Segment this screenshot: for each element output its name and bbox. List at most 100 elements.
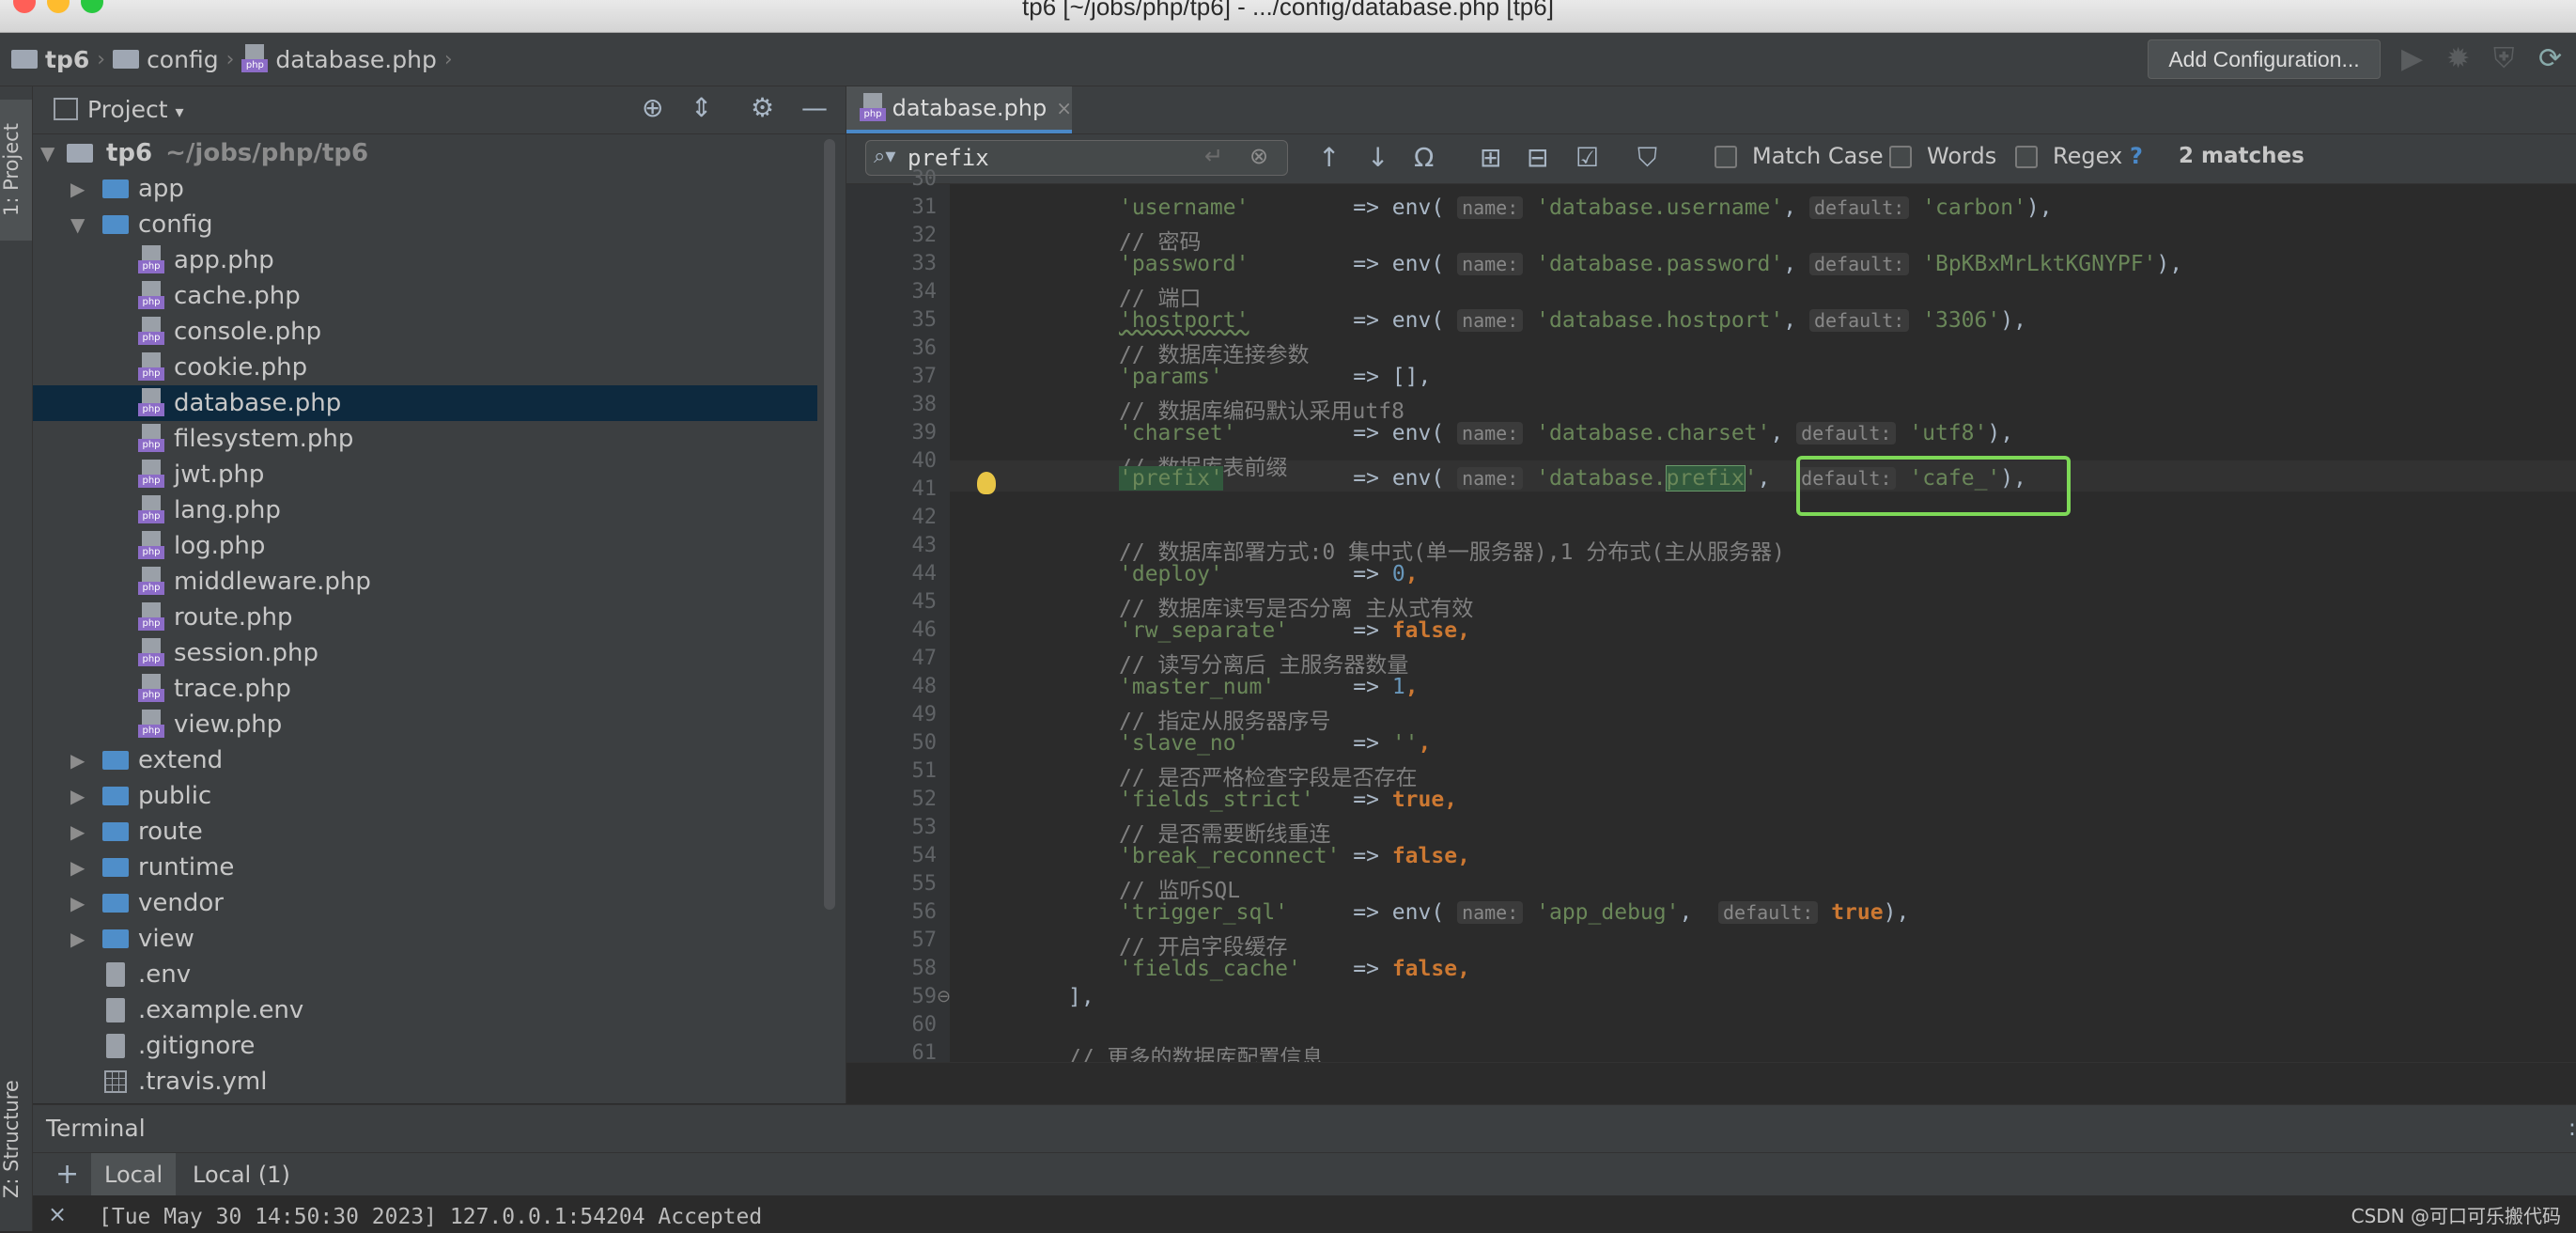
chevron-right-icon[interactable]: ▶ (70, 820, 85, 843)
breadcrumb-config[interactable]: config (147, 46, 219, 73)
hide-icon[interactable]: — (801, 92, 828, 123)
tree-item[interactable]: php session.php (33, 635, 817, 671)
add-selection-icon[interactable]: ⊞ (1480, 142, 1501, 173)
clear-search-icon[interactable]: ⊗ (1249, 143, 1268, 169)
regex-checkbox[interactable] (2015, 146, 2038, 168)
run-icon[interactable]: ▶ (2401, 42, 2423, 75)
tool-tab-project[interactable]: 1: Project (0, 100, 32, 241)
line-number: 40 (911, 449, 938, 473)
tree-item-label: app.php (174, 246, 274, 274)
terminal-tab-local[interactable]: Local (91, 1153, 177, 1196)
tree-item[interactable]: php app.php (33, 242, 817, 278)
collapse-all-icon[interactable]: ⇕ (691, 92, 712, 123)
tree-item[interactable]: php console.php (33, 314, 817, 350)
project-panel-title: Project (87, 96, 168, 123)
tree-item[interactable]: php trace.php (33, 671, 817, 707)
line-number: 43 (911, 534, 938, 557)
tree-item[interactable]: php middleware.php (33, 564, 817, 600)
code-line-50: 'slave_no' => '', (1119, 731, 1432, 756)
tree-item[interactable]: ▶ extend (33, 742, 817, 778)
tree-item[interactable]: php jwt.php (33, 457, 817, 492)
line-number: 48 (911, 675, 938, 698)
locate-icon[interactable]: ⊕ (642, 92, 663, 123)
window-title: tp6 [~/jobs/php/tp6] - .../config/databa… (1022, 0, 1554, 21)
tree-item[interactable]: php cookie.php (33, 350, 817, 385)
match-case-label: Match Case (1752, 143, 1884, 169)
lightbulb-icon[interactable] (977, 472, 996, 494)
php-file-icon: php (138, 495, 164, 525)
chevron-right-icon[interactable]: ▶ (70, 749, 85, 772)
find-all-icon[interactable]: Ω (1414, 142, 1434, 173)
line-number: 55 (911, 872, 938, 896)
line-number: 32 (911, 224, 938, 247)
terminal-tab-local-1[interactable]: Local (1) (179, 1153, 303, 1196)
tree-item[interactable]: ▶ route (33, 814, 817, 850)
chevron-right-icon[interactable]: ▶ (70, 178, 85, 200)
tree-item[interactable]: php cache.php (33, 278, 817, 314)
next-occurrence-icon[interactable]: ↓ (1367, 142, 1389, 173)
close-tab-icon[interactable]: × (1056, 97, 1072, 119)
code-editor[interactable]: 'username' => env( name: 'database.usern… (950, 184, 2576, 1062)
navigation-bar: tp6 › config › php database.php › Add Co… (0, 33, 2576, 86)
tool-tab-structure[interactable]: Z: Structure (0, 1045, 32, 1233)
tree-item[interactable]: ▶ view (33, 921, 817, 957)
editor-tab-database-php[interactable]: php database.php × (846, 86, 1072, 133)
tree-item[interactable]: .example.env (33, 992, 817, 1028)
coverage-icon[interactable]: ⛨ (2493, 42, 2515, 75)
words-checkbox[interactable] (1889, 146, 1912, 168)
terminal-output[interactable]: × [Tue May 30 14:50:30 2023] 127.0.0.1:5… (33, 1195, 2576, 1231)
project-view-selector[interactable]: Project ▾ (87, 96, 184, 123)
tree-item-label: database.php (174, 389, 342, 417)
add-configuration-button[interactable]: Add Configuration... (2148, 39, 2381, 79)
tree-item[interactable]: php lang.php (33, 492, 817, 528)
line-number: 57 (911, 929, 938, 952)
chevron-down-icon[interactable]: ▼ (40, 142, 54, 164)
chevron-right-icon[interactable]: ▶ (70, 892, 85, 914)
fold-icon[interactable]: ⊖ (937, 987, 951, 1007)
match-case-checkbox[interactable] (1715, 146, 1737, 168)
php-file-icon: php (138, 567, 164, 597)
tree-item[interactable]: php route.php (33, 600, 817, 635)
terminal-options-icon[interactable]: : (2568, 1115, 2576, 1141)
tree-item[interactable]: php database.php (33, 385, 817, 421)
breadcrumb-project[interactable]: tp6 (45, 46, 89, 73)
tree-item[interactable]: .travis.yml (33, 1064, 817, 1100)
code-line-58: 'fields_cache' => false, (1119, 957, 1470, 981)
chevron-right-icon[interactable]: ▶ (70, 785, 85, 807)
code-line-47: // 读写分离后 主服务器数量 (1119, 653, 1409, 678)
profile-icon[interactable]: ⟳ (2538, 42, 2562, 75)
filter-icon[interactable]: ⛉ (1637, 142, 1657, 174)
chevron-down-icon[interactable]: ▼ (70, 213, 85, 236)
project-scrollbar[interactable] (824, 139, 835, 910)
regex-help-icon[interactable]: ? (2130, 143, 2143, 169)
tree-item[interactable]: ▶ runtime (33, 850, 817, 885)
close-terminal-icon[interactable]: × (48, 1201, 67, 1227)
tree-item[interactable]: .gitignore (33, 1028, 817, 1064)
tree-item[interactable]: php view.php (33, 707, 817, 742)
code-line-48: 'master_num' => 1, (1119, 675, 1419, 699)
line-number: 34 (911, 280, 938, 304)
gear-icon[interactable]: ⚙ (751, 92, 774, 123)
breadcrumb-file[interactable]: database.php (275, 46, 436, 73)
tree-item[interactable]: php filesystem.php (33, 421, 817, 457)
code-line-36: // 数据库连接参数 (1119, 343, 1310, 367)
tree-item[interactable]: .env (33, 957, 817, 992)
code-line-44: 'deploy' => 0, (1119, 562, 1419, 586)
tree-item-label: filesystem.php (174, 425, 354, 453)
folder-icon (102, 179, 129, 198)
chevron-right-icon[interactable]: ▶ (70, 928, 85, 950)
chevron-right-icon: › (443, 47, 453, 71)
previous-occurrence-icon[interactable]: ↑ (1318, 142, 1340, 173)
tree-item[interactable]: ▼ config (33, 207, 817, 242)
tree-item[interactable]: ▶ app (33, 171, 817, 207)
select-all-occurrences-icon[interactable]: ☑ (1575, 142, 1599, 173)
new-terminal-icon[interactable]: + (42, 1153, 92, 1196)
tree-item[interactable]: ▶ vendor (33, 885, 817, 921)
tree-item[interactable]: php log.php (33, 528, 817, 564)
tree-item-label: middleware.php (174, 568, 371, 596)
remove-selection-icon[interactable]: ⊟ (1527, 142, 1548, 173)
chevron-right-icon[interactable]: ▶ (70, 856, 85, 879)
debug-icon[interactable]: ✹ (2446, 42, 2470, 75)
tree-root[interactable]: ▼ tp6 ~/jobs/php/tp6 (33, 135, 817, 171)
tree-item[interactable]: ▶ public (33, 778, 817, 814)
